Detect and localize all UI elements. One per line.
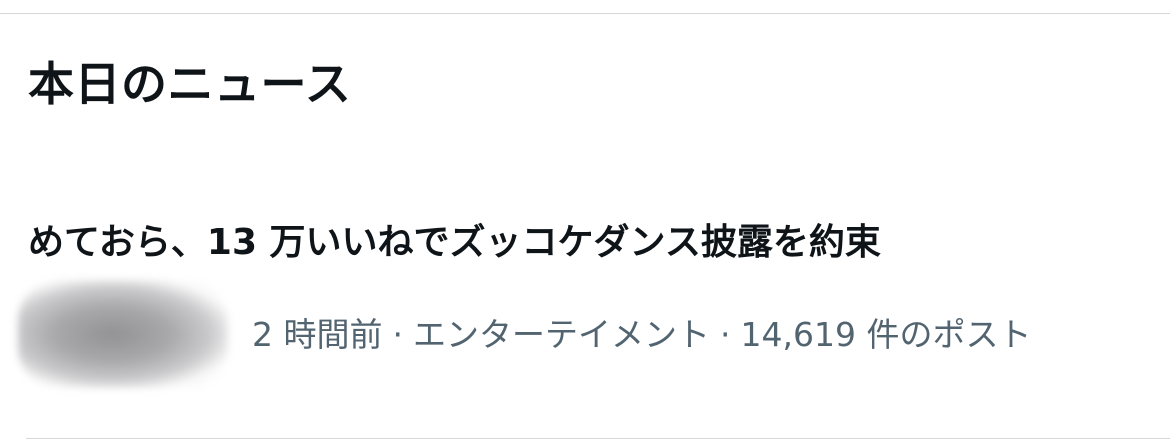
- section-title: 本日のニュース: [28, 57, 352, 111]
- top-divider: [0, 13, 1170, 14]
- news-meta: 2 時間前 · エンターテイメント · 14,619 件のポスト: [252, 313, 1031, 357]
- news-post-count: 14,619 件のポスト: [740, 315, 1032, 354]
- news-time: 2 時間前: [252, 315, 383, 354]
- news-headline: めておら、13 万いいねでズッコケダンス披露を約束: [28, 222, 881, 263]
- meta-separator: ·: [720, 315, 731, 354]
- news-item[interactable]: めておら、13 万いいねでズッコケダンス披露を約束 2 時間前 · エンターテイメン…: [0, 200, 1170, 420]
- news-category: エンターテイメント: [413, 315, 710, 354]
- bottom-divider: [26, 438, 1170, 439]
- news-avatar-thumbnail: [18, 280, 228, 388]
- meta-separator: ·: [392, 315, 404, 354]
